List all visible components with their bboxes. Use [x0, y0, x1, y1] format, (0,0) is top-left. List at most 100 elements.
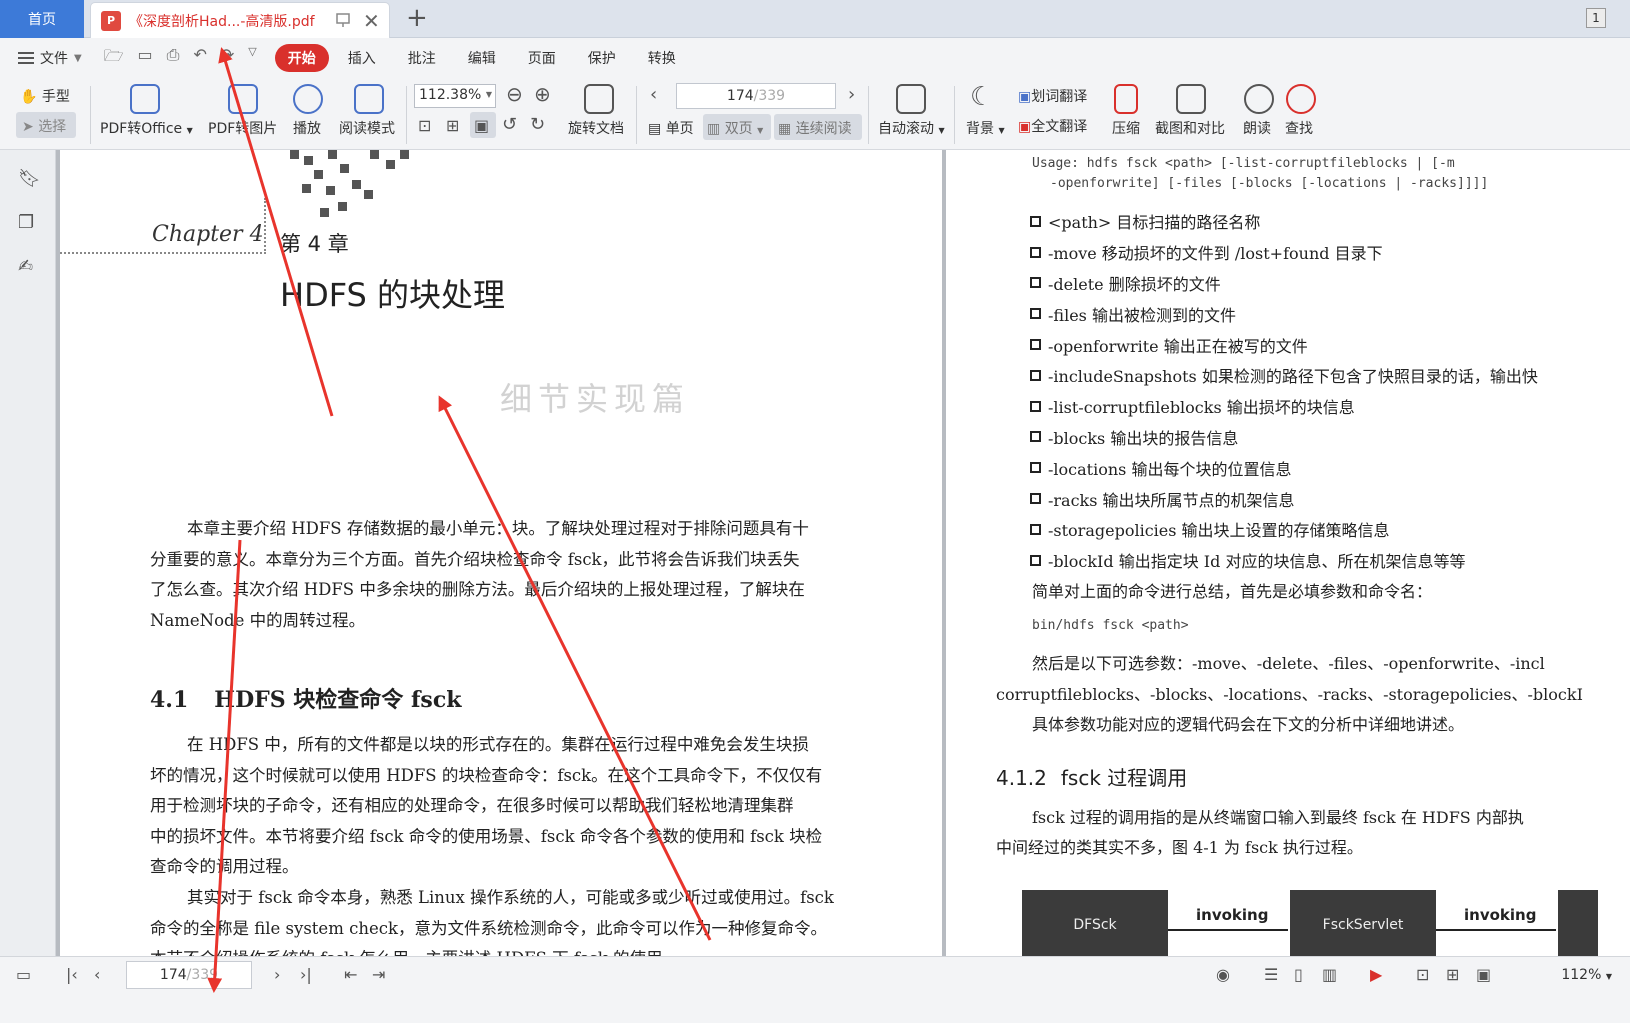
chapter-number: 第 4 章 — [280, 232, 349, 256]
usage-line: Usage: hdfs fsck <path> [-list-corruptfi… — [1032, 156, 1455, 171]
intro-line: 分重要的意义。本章分为三个方面。首先介绍块检查命令 fsck，此节将会告诉我们块… — [150, 549, 800, 569]
select-tool-label: 选择 — [38, 119, 67, 135]
single-page-icon: ▤ — [648, 121, 662, 137]
continuous-read-button[interactable]: ▦ 连续阅读 — [778, 118, 852, 138]
rotate-document-button[interactable]: 旋转文档 — [568, 118, 624, 138]
checkbox-bullet-icon — [1030, 246, 1041, 258]
ribbon-toolbar: ✋ 手型 ➤ 选择 PDF转Office ▼ PDF转图片 播放 阅读模式 11… — [0, 78, 1630, 150]
tab-bar: 首页 P 《深度剖析Had...-高清版.pdf ✕ + 1 — [0, 0, 1630, 38]
ribbon-tab-edit[interactable]: 编辑 — [455, 44, 509, 72]
pdf-to-office-button[interactable]: PDF转Office ▼ — [100, 118, 193, 138]
ribbon-tab-protect[interactable]: 保护 — [575, 44, 629, 72]
play-button[interactable]: 播放 — [293, 118, 321, 138]
tab-document-title: 《深度剖析Had...-高清版.pdf — [129, 13, 315, 30]
pdf-to-image-button[interactable]: PDF转图片 — [208, 118, 277, 138]
pin-window-icon[interactable] — [335, 12, 351, 28]
zoom-out-icon[interactable]: ⊖ — [506, 82, 523, 106]
select-tool-button[interactable]: ➤ 选择 — [22, 116, 66, 136]
double-view-icon[interactable]: ▥ — [1322, 965, 1337, 984]
fsck-para-line: fsck 过程的调用指的是从终端窗口输入到最终 fsck 在 HDFS 内部执 — [1032, 808, 1524, 827]
rotate-right-icon[interactable]: ↻ — [530, 114, 545, 135]
microphone-icon — [1244, 84, 1274, 114]
page-number-input[interactable]: 174/339 — [676, 83, 836, 109]
hand-tool-button[interactable]: ✋ 手型 — [20, 86, 70, 106]
back-icon[interactable]: ⇤ — [344, 965, 357, 984]
fit-width-icon[interactable]: ▣ — [474, 116, 489, 135]
option-item: -openforwrite 输出正在被写的文件 — [1030, 329, 1590, 360]
status-zoom[interactable]: 112% ▼ — [1561, 967, 1612, 983]
option-item: -blockId 输出指定块 Id 对应的块信息、所在机架信息等等 — [1030, 545, 1590, 576]
full-translate-button[interactable]: ▣全文翻译 — [1018, 116, 1087, 136]
option-item: -includeSnapshots 如果检测的路径下包含了快照目录的话，输出快 — [1030, 360, 1590, 391]
actual-size-icon[interactable]: ⊡ — [1416, 965, 1429, 984]
status-page-input[interactable]: 174/339 — [126, 961, 252, 989]
background-button[interactable]: 背景 ▼ — [966, 118, 1005, 138]
prev-page-icon[interactable]: ‹ — [650, 84, 657, 105]
redo-icon[interactable]: ↷ — [221, 45, 234, 72]
bookmark-icon[interactable]: 🔖︎ — [18, 168, 41, 190]
tab-home[interactable]: 首页 — [0, 0, 84, 38]
ribbon-tab-convert[interactable]: 转换 — [635, 44, 689, 72]
next-page-icon[interactable]: › — [274, 965, 280, 984]
last-page-icon[interactable]: ›| — [300, 965, 312, 984]
new-tab-icon[interactable]: + — [406, 3, 428, 33]
sign-icon[interactable]: ✍ — [18, 256, 38, 278]
intro-line: 本章主要介绍 HDFS 存储数据的最小单元：块。了解块处理过程对于排除问题具有十 — [187, 519, 809, 538]
pdf-to-office-icon — [130, 84, 160, 114]
undo-icon[interactable]: ↶ — [193, 45, 206, 72]
continuous-view-icon[interactable]: ☰ — [1264, 965, 1278, 984]
option-text: -includeSnapshots 如果检测的路径下包含了快照目录的话，输出快 — [1048, 367, 1538, 387]
pdf-page-right: Usage: hdfs fsck <path> [-list-corruptfi… — [946, 150, 1630, 956]
search-button[interactable]: 查找 — [1285, 118, 1313, 138]
window-count-badge[interactable]: 1 — [1586, 8, 1606, 28]
ribbon-tab-page[interactable]: 页面 — [515, 44, 569, 72]
document-viewer[interactable]: Chapter 4 第 4 章 HDFS 的块处理 细节实现篇 本章主要介绍 H… — [56, 150, 1630, 956]
first-page-icon[interactable]: |‹ — [66, 965, 78, 984]
single-page-button[interactable]: ▤ 单页 — [648, 118, 694, 138]
double-page-button[interactable]: ▥ 双页 ▼ — [707, 118, 763, 138]
zoom-in-icon[interactable]: ⊕ — [534, 82, 551, 106]
play-slideshow-icon[interactable]: ▶ — [1370, 965, 1382, 984]
next-page-icon[interactable]: › — [848, 84, 855, 105]
fsck-para-line: 中间经过的类其实不多，图 4-1 为 fsck 执行过程。 — [996, 838, 1363, 857]
screenshot-compare-button[interactable]: 截图和对比 — [1155, 118, 1225, 138]
eye-protect-icon[interactable]: ◉ — [1216, 965, 1230, 984]
auto-scroll-icon — [896, 84, 926, 114]
fit-width-icon[interactable]: ▣ — [1476, 965, 1491, 984]
pdf-file-icon: P — [101, 10, 121, 31]
ribbon-tab-annotate[interactable]: 批注 — [395, 44, 449, 72]
open-folder-icon[interactable]: 🗁 — [104, 45, 124, 72]
auto-scroll-button[interactable]: 自动滚动 ▼ — [878, 118, 945, 138]
word-translate-button[interactable]: ▣划词翻译 — [1018, 86, 1087, 106]
section-number: 4.1 — [150, 687, 189, 713]
sidebar-toggle-icon[interactable]: ▭ — [16, 965, 31, 984]
forward-icon[interactable]: ⇥ — [372, 965, 385, 984]
option-item: -racks 输出块所属节点的机架信息 — [1030, 483, 1590, 514]
save-icon[interactable]: ▭ — [138, 45, 153, 72]
read-aloud-button[interactable]: 朗读 — [1243, 118, 1271, 138]
ribbon-tab-insert[interactable]: 插入 — [335, 44, 389, 72]
actual-size-icon[interactable]: ⊡ — [418, 116, 431, 135]
read-mode-button[interactable]: 阅读模式 — [339, 118, 395, 138]
customize-icon[interactable]: ▽ — [248, 45, 256, 72]
optional-params-line: 然后是以下可选参数：-move、-delete、-files、-openforw… — [1032, 654, 1545, 673]
checkbox-bullet-icon — [1030, 493, 1041, 505]
print-icon[interactable]: ⎙ — [167, 45, 180, 72]
option-item: -files 输出被检测到的文件 — [1030, 298, 1590, 329]
intro-line: NameNode 中的周转过程。 — [150, 610, 366, 630]
rotate-document-icon — [584, 84, 614, 114]
fit-page-icon[interactable]: ⊞ — [446, 116, 459, 135]
bleed-through-text: 细节实现篇 — [500, 380, 691, 418]
zoom-select[interactable]: 112.38% ▼ — [414, 84, 496, 108]
prev-page-icon[interactable]: ‹ — [94, 965, 100, 984]
fit-page-icon[interactable]: ⊞ — [1446, 965, 1459, 984]
close-tab-icon[interactable]: ✕ — [363, 9, 380, 33]
single-view-icon[interactable]: ▯ — [1294, 965, 1303, 984]
file-menu[interactable]: 文件 ▼ — [18, 48, 82, 68]
compress-button[interactable]: 压缩 — [1112, 118, 1140, 138]
checkbox-bullet-icon — [1030, 215, 1041, 227]
tab-document[interactable]: P 《深度剖析Had...-高清版.pdf ✕ — [90, 2, 390, 38]
rotate-left-icon[interactable]: ↺ — [502, 114, 517, 135]
ribbon-tab-start[interactable]: 开始 — [274, 44, 329, 72]
thumbnail-icon[interactable]: ❐ — [18, 212, 38, 234]
